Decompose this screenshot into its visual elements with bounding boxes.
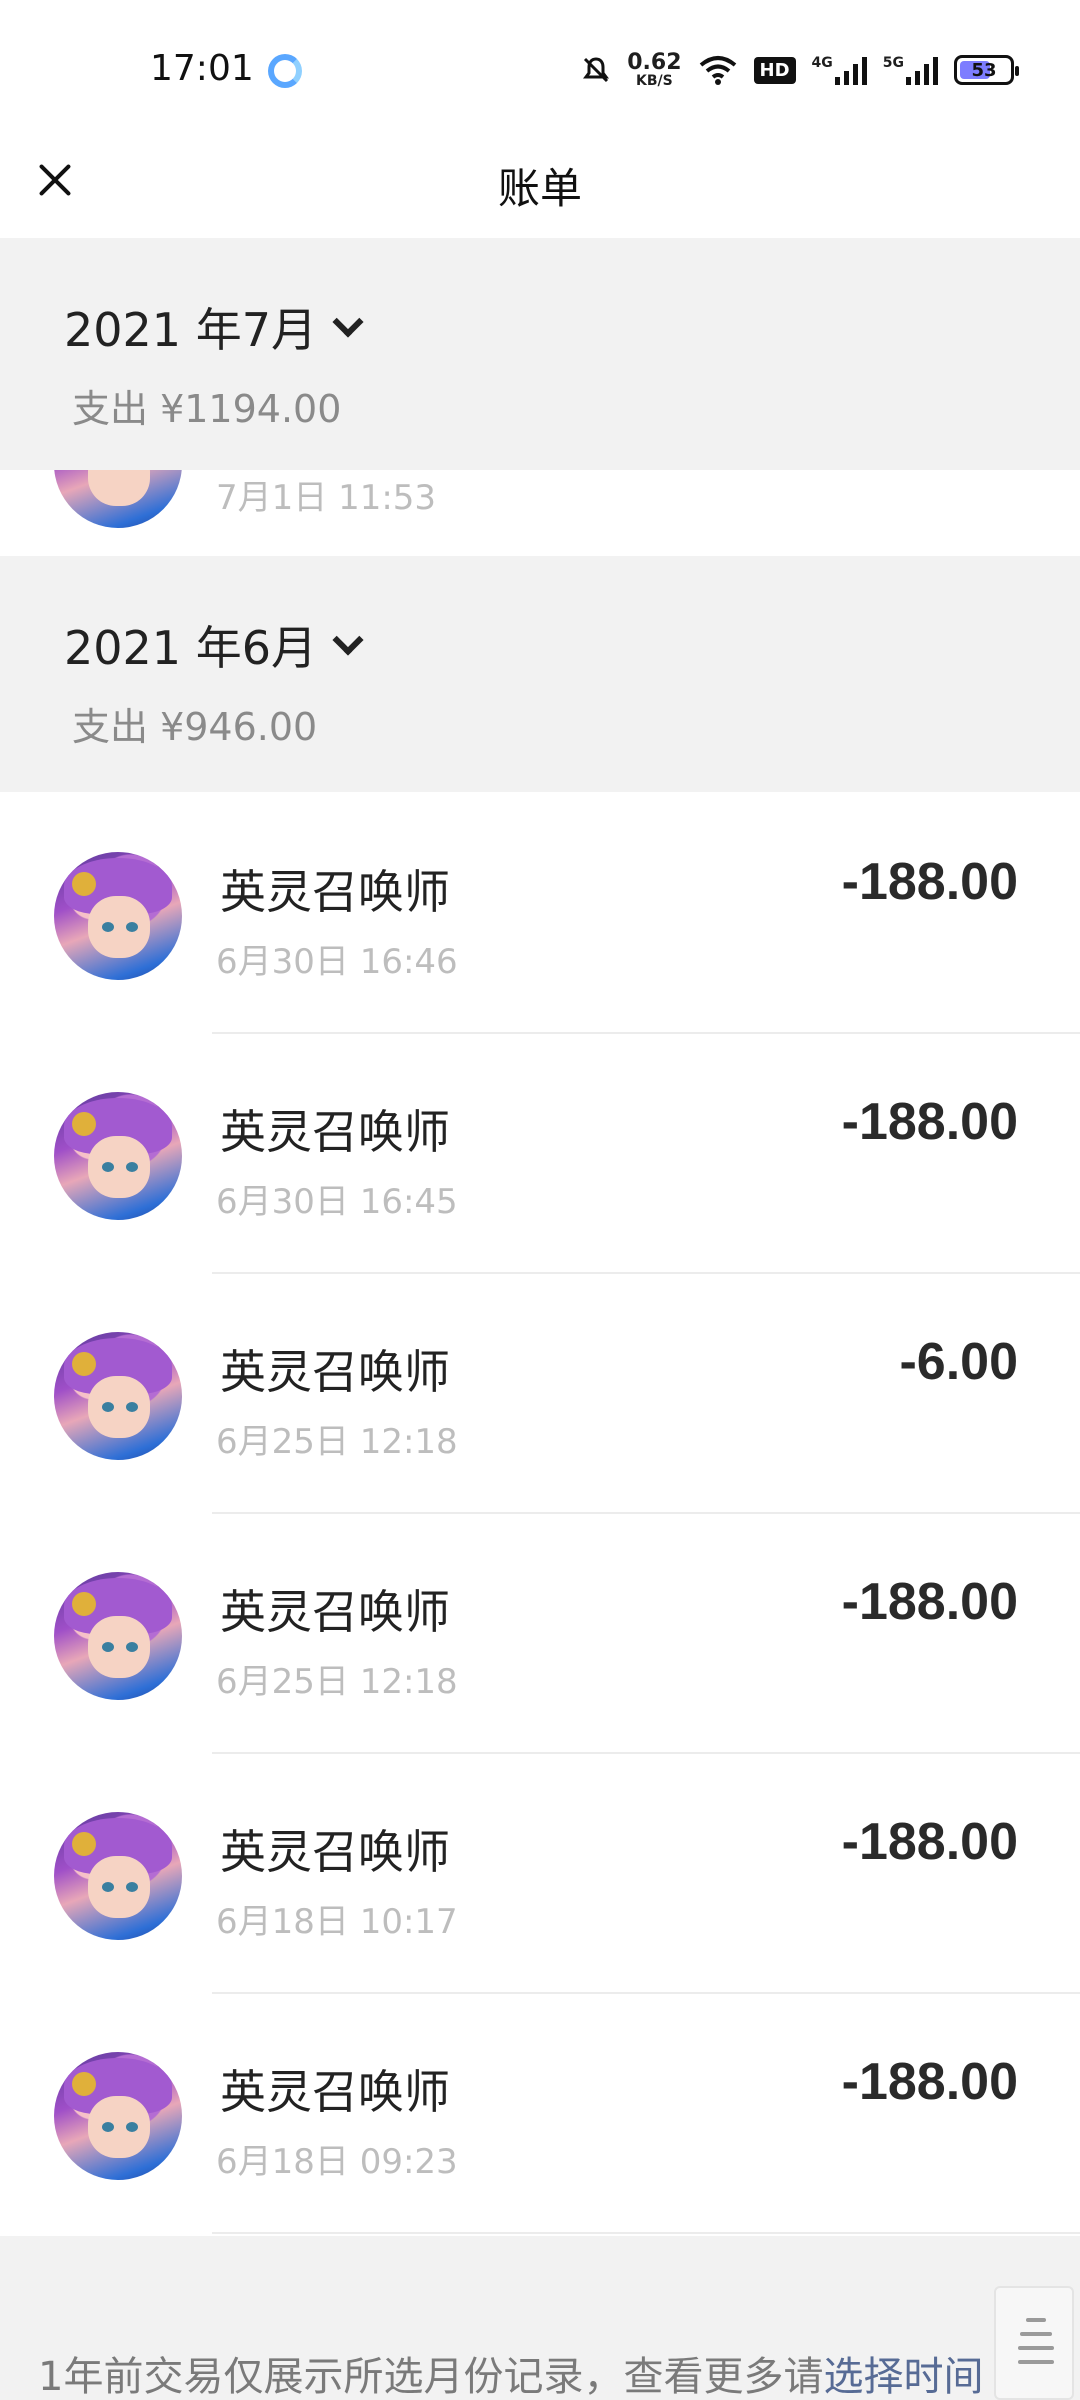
list-item[interactable]: 英灵召唤师 6月30日 16:45 -188.00 [0, 1034, 1080, 1274]
wifi-icon [698, 55, 738, 85]
mute-bell-icon [581, 55, 611, 85]
list-item-partial[interactable]: 7月1日 11:53 [0, 470, 1080, 556]
tx-time: 6月30日 16:46 [216, 942, 458, 982]
close-icon[interactable] [30, 156, 80, 206]
avatar [54, 852, 182, 980]
list-item[interactable]: 英灵召唤师 6月18日 09:23 -188.00 [0, 1994, 1080, 2234]
chevron-down-icon [332, 306, 364, 338]
page-title: 账单 [497, 164, 582, 213]
month-picker-june[interactable]: 2021 年6月 [64, 612, 364, 678]
tx-time: 6月30日 16:45 [216, 1182, 458, 1222]
avatar [54, 1812, 182, 1940]
footer-note-text: 1年前交易仅展示所选月份记录，查看更多请 [38, 2354, 824, 2400]
avatar [54, 470, 182, 528]
tx-time: 6月18日 09:23 [216, 2142, 458, 2182]
battery-icon: 53 [954, 55, 1019, 85]
signal-5g-icon: 5G [883, 55, 938, 85]
list-item[interactable]: 英灵召唤师 6月25日 12:18 -188.00 [0, 1514, 1080, 1754]
tx-time: 7月1日 11:53 [216, 478, 437, 518]
month-expense-summary: 支出 ¥1194.00 [72, 387, 342, 431]
list-item[interactable]: 英灵召唤师 6月18日 10:17 -188.00 [0, 1754, 1080, 1994]
avatar [54, 1332, 182, 1460]
footer: 1年前交易仅展示所选月份记录，查看更多请选择时间 [0, 2236, 1080, 2400]
tx-name: 英灵召唤师 [220, 1825, 450, 1879]
month-header-june: 2021 年6月 支出 ¥946.00 [0, 556, 1080, 792]
tx-amount: -188.00 [841, 1573, 1018, 1631]
footer-note: 1年前交易仅展示所选月份记录，查看更多请选择时间 [38, 2344, 983, 2400]
avatar [54, 1092, 182, 1220]
list-item[interactable]: 英灵召唤师 6月30日 16:46 -188.00 [0, 794, 1080, 1034]
tx-amount: -188.00 [841, 1813, 1018, 1871]
chevron-down-icon [332, 624, 364, 656]
tx-amount: -188.00 [841, 2053, 1018, 2111]
net-speed: 0.62 KB/S [627, 50, 682, 89]
avatar [54, 1572, 182, 1700]
scroll-to-top-button[interactable] [994, 2286, 1074, 2400]
transaction-list: 英灵召唤师 6月30日 16:46 -188.00 英灵召唤师 6月30日 16… [0, 794, 1080, 2234]
hd-icon: HD [753, 56, 796, 84]
select-time-link[interactable]: 选择时间 [823, 2354, 983, 2400]
tx-time: 6月18日 10:17 [216, 1902, 458, 1942]
tx-name: 英灵召唤师 [220, 865, 450, 919]
tx-time: 6月25日 12:18 [216, 1422, 458, 1462]
avatar [54, 2052, 182, 2180]
signal-4g-icon: 4G [812, 55, 867, 85]
month-title: 2021 年6月 [64, 621, 317, 675]
status-time: 17:01 [150, 48, 254, 89]
status-icons: 0.62 KB/S HD 4G 5G 53 [581, 50, 1019, 90]
month-expense-summary: 支出 ¥946.00 [72, 705, 318, 749]
tx-name: 英灵召唤师 [220, 1345, 450, 1399]
app-notification-icon [268, 54, 302, 88]
tx-name: 英灵召唤师 [220, 1105, 450, 1159]
top-bar: 账单 [0, 140, 1080, 238]
month-header-july: 2021 年7月 支出 ¥1194.00 [0, 238, 1080, 474]
tx-amount: -6.00 [899, 1333, 1018, 1391]
list-item[interactable]: 英灵召唤师 6月25日 12:18 -6.00 [0, 1274, 1080, 1514]
tx-name: 英灵召唤师 [220, 1585, 450, 1639]
status-bar: 17:01 0.62 KB/S HD 4G 5G 53 [0, 0, 1080, 140]
divider [212, 2232, 1080, 2234]
tx-amount: -188.00 [841, 1093, 1018, 1151]
tx-amount: -188.00 [841, 853, 1018, 911]
tx-name: 英灵召唤师 [220, 2065, 450, 2119]
tx-time: 6月25日 12:18 [216, 1662, 458, 1702]
month-picker-july[interactable]: 2021 年7月 [64, 294, 364, 360]
battery-level: 53 [971, 59, 997, 81]
month-title: 2021 年7月 [64, 303, 317, 357]
